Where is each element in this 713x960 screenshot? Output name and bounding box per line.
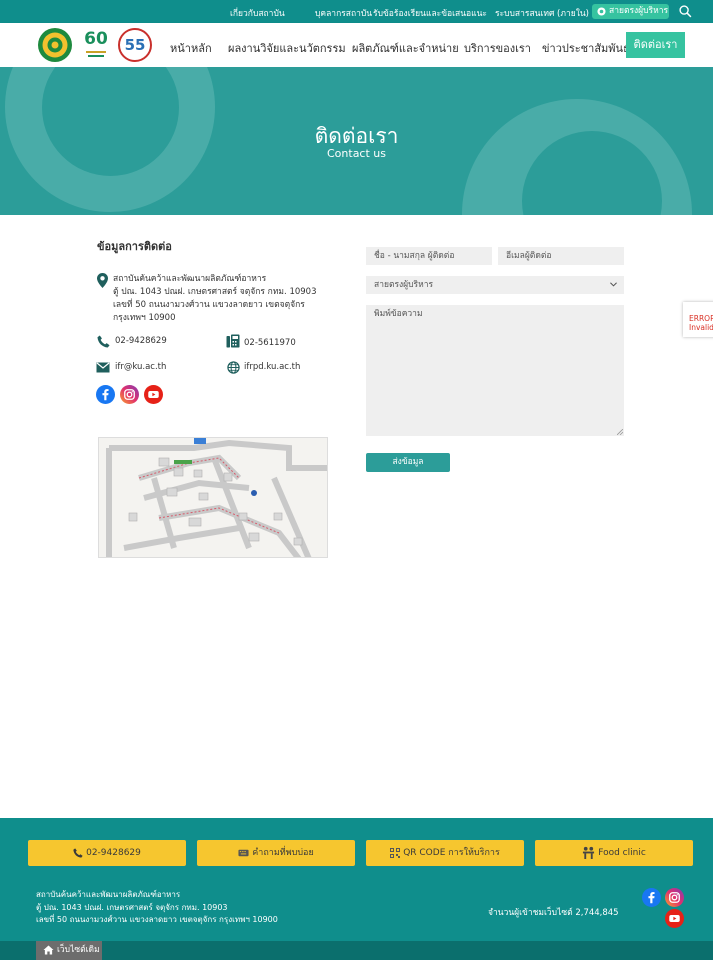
address-line: ตู้ ปณ. 1043 ปณฝ. เกษตรศาสตร์ จตุจักร กท… [113,287,317,297]
facebook-icon[interactable] [642,888,661,907]
email-input[interactable]: อีเมลผู้ติดต่อ [498,247,624,265]
logo-55-text: 55 [124,36,146,54]
logo-60-text: 60 [84,29,108,49]
recaptcha-error: ERROR [689,314,713,323]
top-link-staff[interactable]: บุคลากรสถาบัน [315,6,372,20]
address-line: เลขที่ 50 ถนนงามวงศ์วาน แขวงลาดยาว เขตจต… [113,300,305,310]
name-input[interactable]: ชื่อ - นามสกุล ผู้ติดต่อ [366,247,492,265]
contact-email[interactable]: ifr@ku.ac.th [115,361,166,374]
search-icon[interactable] [679,5,692,18]
submit-button[interactable]: ส่งข้อมูล [366,453,450,472]
anniversary-60-logo: 60 [84,29,108,61]
nav-contact[interactable]: ติดต่อเรา [626,32,685,58]
ku-ifrpd-logo[interactable] [37,27,73,63]
page-hero-banner: ติดต่อเรา Contact us [0,67,713,215]
chevron-down-icon [610,282,617,287]
footer-foodclinic-button[interactable]: Food clinic [535,840,693,866]
location-map[interactable] [98,437,328,558]
old-website-label: เว็บไซต์เดิม [57,945,100,955]
nav-research[interactable]: ผลงานวิจัยและนวัตกรรม [228,39,346,57]
footer-phone-label: 02-9428629 [86,848,141,858]
site-footer: 02-9428629 คำถามที่พบบ่อย QR CODE การให้… [0,818,713,941]
address-line: สถาบันค้นคว้าและพัฒนาผลิตภัณฑ์อาหาร [113,274,267,284]
youtube-icon[interactable] [665,909,684,928]
recipient-select[interactable]: สายตรงผู้บริหาร [366,276,624,294]
mail-icon [96,362,110,373]
contact-address: สถาบันค้นคว้าและพัฒนาผลิตภัณฑ์อาหาร ตู้ … [113,273,316,325]
footer-qr-button[interactable]: QR CODE การให้บริการ [366,840,524,866]
qr-icon [390,847,401,858]
top-link-intranet[interactable]: ระบบสารสนเทศ (ภายใน) [495,6,589,20]
nav-products[interactable]: ผลิตภัณฑ์และจำหน่าย [352,39,459,57]
nav-home[interactable]: หน้าหลัก [170,39,212,57]
footer-faq-label: คำถามที่พบบ่อย [252,848,314,858]
nav-news[interactable]: ข่าวประชาสัมพันธ์ [542,39,630,57]
address-line: กรุงเทพฯ 10900 [113,313,176,323]
hotline-icon [597,7,606,16]
footer-address: สถาบันค้นคว้าและพัฒนาผลิตภัณฑ์อาหาร ตู้ … [36,889,278,927]
name-input-placeholder: ชื่อ - นามสกุล ผู้ติดต่อ [374,251,455,261]
contact-info-title: ข้อมูลการติดต่อ [97,240,172,253]
facebook-icon[interactable] [96,385,115,404]
contact-fax: 02-5611970 [244,338,296,348]
footer-faq-button[interactable]: คำถามที่พบบ่อย [197,840,355,866]
hotline-label: สายตรงผู้บริหาร [609,6,669,16]
footer-address-line: ตู้ ปณ. 1043 ปณฝ. เกษตรศาสตร์ จตุจักร กท… [36,902,228,912]
email-input-placeholder: อีเมลผู้ติดต่อ [506,251,552,261]
footer-address-line: สถาบันค้นคว้าและพัฒนาผลิตภัณฑ์อาหาร [36,890,181,899]
clinic-icon [583,846,595,859]
contact-phone[interactable]: 02-9428629 [115,335,167,348]
page-subtitle: Contact us [327,147,386,160]
old-website-button[interactable]: เว็บไซต์เดิม [36,941,102,960]
top-link-complaints[interactable]: รับข้อร้องเรียนและข้อเสนอแนะ [373,6,487,20]
footer-foodclinic-label: Food clinic [598,848,646,858]
instagram-icon[interactable] [120,385,139,404]
fax-icon [226,334,240,348]
anniversary-55-logo: 55 [118,28,152,62]
main-header: 60 55 หน้าหลัก ผลงานวิจัยและนวัตกรรม ผลิ… [0,23,713,67]
footer-bottom-bar [0,941,713,960]
instagram-icon[interactable] [665,888,684,907]
youtube-icon[interactable] [144,385,163,404]
footer-phone-button[interactable]: 02-9428629 [28,840,186,866]
home-icon [43,945,54,955]
nav-services[interactable]: บริการของเรา [464,39,531,57]
top-link-about[interactable]: เกี่ยวกับสถาบัน [230,6,285,20]
message-textarea-placeholder: พิมพ์ข้อความ [374,309,423,319]
footer-qr-label: QR CODE การให้บริการ [403,848,500,858]
location-icon [97,273,108,288]
top-utility-bar: เกี่ยวกับสถาบัน บุคลากรสถาบัน รับข้อร้อง… [0,0,713,23]
phone-icon [97,335,110,348]
resize-handle-icon[interactable] [617,429,623,435]
phone-icon [73,847,83,858]
faq-icon [238,849,249,856]
recaptcha-badge: ERROR Invalid [683,302,713,337]
hotline-button[interactable]: สายตรงผู้บริหาร [592,4,669,19]
message-textarea[interactable]: พิมพ์ข้อความ [366,305,624,436]
recaptcha-invalid: Invalid [689,323,713,332]
visitor-counter: จำนวนผู้เข้าชมเว็บไซต์ 2,744,845 [488,908,619,918]
recipient-select-value: สายตรงผู้บริหาร [374,280,434,290]
footer-address-line: เลขที่ 50 ถนนงามวงศ์วาน แขวงลาดยาว เขตจต… [36,915,278,924]
globe-icon [227,361,240,374]
contact-website[interactable]: ifrpd.ku.ac.th [244,361,300,374]
map-drawing [99,438,327,557]
